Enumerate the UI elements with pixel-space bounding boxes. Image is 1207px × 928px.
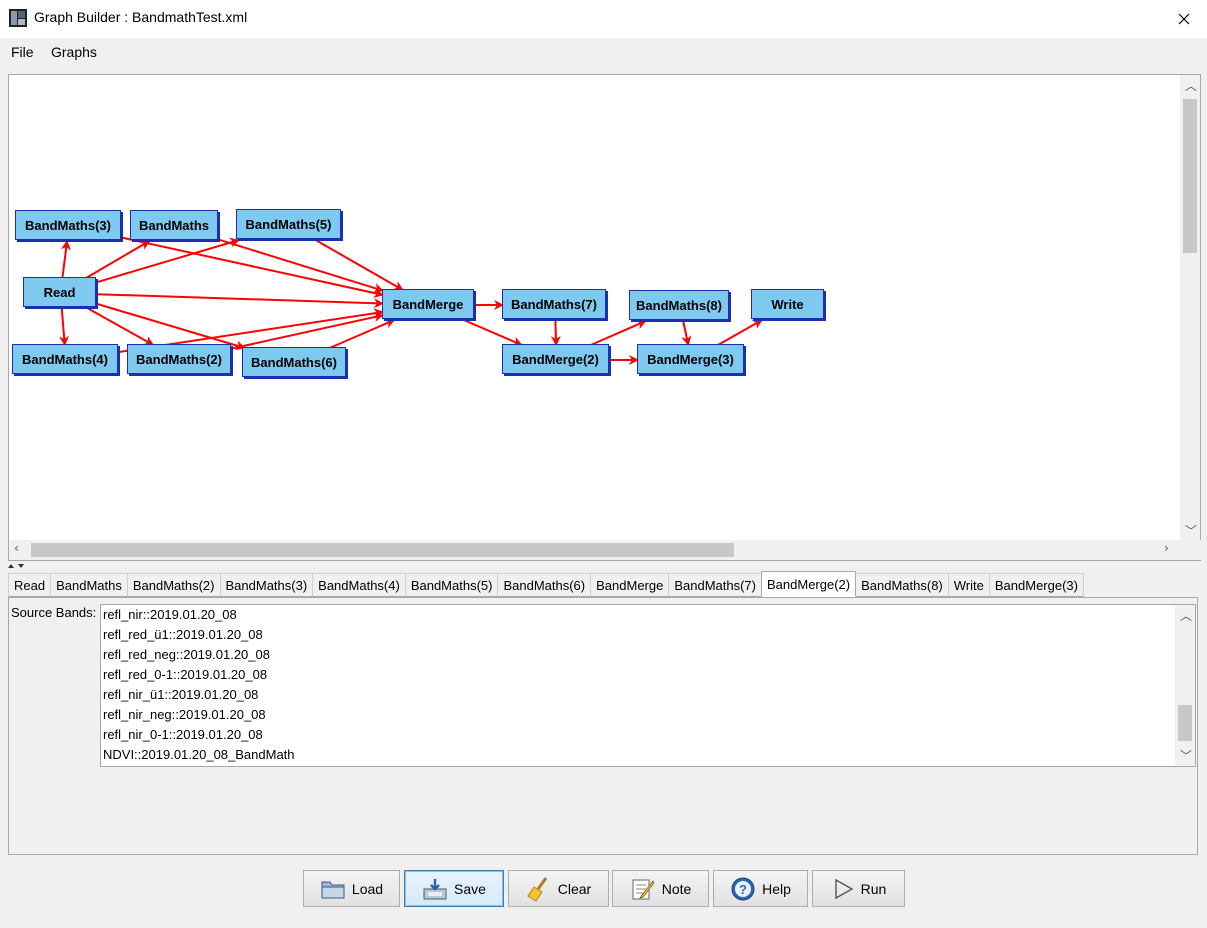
list-item[interactable]: refl_red_ü1::2019.01.20_08 [101,625,1195,645]
node-bandmaths-3[interactable]: BandMaths(3) [15,210,121,240]
graph-canvas[interactable]: BandMaths(3) BandMaths BandMaths(5) Read… [8,74,1201,561]
tab-write[interactable]: Write [947,573,990,597]
list-item[interactable]: refl_nir_neg::2019.01.20_08 [101,705,1195,725]
list-item[interactable]: refl_red_neg::2019.01.20_08 [101,645,1195,665]
run-label: Run [860,880,887,897]
clear-label: Clear [557,880,592,897]
node-bandmaths-7[interactable]: BandMaths(7) [502,289,606,319]
tab-bandmaths-6[interactable]: BandMaths(6) [497,573,592,597]
load-label: Load [351,880,384,897]
canvas-vertical-scrollbar[interactable]: ︿ ﹀ [1180,75,1200,541]
scroll-up-icon[interactable]: ︿ [1185,77,1197,94]
list-item[interactable]: NDVI::2019.01.20_08_BandMath [101,745,1195,765]
tab-panel: Source Bands: refl_nir::2019.01.20_08 re… [8,597,1198,855]
horizontal-scroll-thumb[interactable] [31,543,734,557]
node-bandmerge[interactable]: BandMerge [382,289,474,319]
tab-bandmerge[interactable]: BandMerge [590,573,670,597]
node-bandmerge-2[interactable]: BandMerge(2) [502,344,609,374]
edge-read-to-bandmerge [96,293,384,309]
list-scrollbar[interactable]: ︿ ﹀ [1175,605,1195,766]
edge-bmerge2-to-bm8 [590,320,647,346]
canvas-horizontal-scrollbar[interactable]: ‹ › [9,540,1201,560]
menu-graphs[interactable]: Graphs [51,44,97,60]
tab-bandmaths-2[interactable]: BandMaths(2) [126,573,221,597]
node-bandmaths[interactable]: BandMaths [130,210,218,240]
tab-bandmerge-2[interactable]: BandMerge(2) [761,571,857,597]
save-label: Save [454,880,486,897]
list-item[interactable]: refl_nir_0-1::2019.01.20_08 [101,725,1195,745]
run-button[interactable]: Run [812,870,905,907]
scroll-down-icon[interactable]: ﹀ [1185,522,1197,539]
help-icon: ? [731,877,755,900]
node-bandmaths-6[interactable]: BandMaths(6) [242,347,346,377]
node-bandmaths-4[interactable]: BandMaths(4) [12,344,118,374]
list-scroll-thumb[interactable] [1178,705,1192,741]
close-button[interactable] [1161,0,1207,38]
close-icon [1178,13,1190,25]
broom-icon [527,876,547,902]
list-item[interactable]: refl_red_0-1::2019.01.20_08 [101,665,1195,685]
edge-read-to-bm4 [59,307,70,346]
node-write[interactable]: Write [751,289,824,319]
load-button[interactable]: Load [303,870,400,907]
svg-text:?: ? [739,882,747,897]
list-item[interactable]: refl_nir::2019.01.20_08 [101,605,1195,625]
tab-bandmerge-3[interactable]: BandMerge(3) [988,573,1084,597]
edge-bm3-to-bandmerge [121,236,384,298]
edge-bmerge3-to-write [717,319,763,346]
scroll-right-icon[interactable]: › [1164,541,1169,555]
play-icon [834,878,854,899]
edge-read-to-bm2 [86,307,155,346]
tab-bandmaths[interactable]: BandMaths [50,573,128,597]
scroll-left-icon[interactable]: ‹ [14,541,19,555]
window-title: Graph Builder : BandmathTest.xml [34,9,248,25]
edge-bandmerge-to-bmerge2 [463,319,523,347]
node-bandmerge-3[interactable]: BandMerge(3) [637,344,744,374]
title-bar: Graph Builder : BandmathTest.xml [0,0,1207,38]
menu-bar: File Graphs [0,38,1207,66]
note-button[interactable]: Note [612,870,709,907]
edge-read-to-bm5 [96,237,240,284]
source-bands-label: Source Bands: [11,605,97,620]
help-button[interactable]: ? Help [713,870,808,907]
tab-bandmaths-3[interactable]: BandMaths(3) [219,573,314,597]
edge-read-to-bm3 [61,240,71,279]
save-icon [423,878,447,899]
node-bandmaths-8[interactable]: BandMaths(8) [629,290,729,320]
help-label: Help [762,880,791,897]
tab-bandmaths-5[interactable]: BandMaths(5) [404,573,499,597]
app-icon [9,9,27,27]
edge-read-to-bm [85,240,151,279]
save-button[interactable]: Save [404,870,504,907]
menu-file[interactable]: File [11,44,34,60]
source-bands-list[interactable]: refl_nir::2019.01.20_08 refl_red_ü1::201… [100,604,1196,767]
node-read[interactable]: Read [23,277,96,307]
tab-bandmaths-7[interactable]: BandMaths(7) [668,573,762,597]
tab-bandmaths-8[interactable]: BandMaths(8) [855,573,949,597]
edge-bm7-to-bmerge2 [550,319,561,346]
tab-bandmaths-4[interactable]: BandMaths(4) [312,573,406,597]
node-bandmaths-5[interactable]: BandMaths(5) [236,209,341,239]
note-label: Note [661,880,692,897]
vertical-scroll-thumb[interactable] [1183,99,1197,253]
tab-read[interactable]: Read [8,573,52,597]
splitter-arrows-icon[interactable] [6,562,30,570]
clear-button[interactable]: Clear [508,870,609,907]
list-scroll-down-icon[interactable]: ﹀ [1180,747,1192,764]
folder-icon [321,881,345,898]
splitter[interactable] [0,562,1207,570]
note-icon [632,879,655,899]
node-bandmaths-2[interactable]: BandMaths(2) [127,344,231,374]
edge-bm8-to-bmerge3 [681,320,692,346]
list-item[interactable]: refl_nir_ü1::2019.01.20_08 [101,685,1195,705]
list-scroll-up-icon[interactable]: ︿ [1180,607,1192,624]
node-tabs: Read BandMaths BandMaths(2) BandMaths(3)… [8,571,1084,597]
